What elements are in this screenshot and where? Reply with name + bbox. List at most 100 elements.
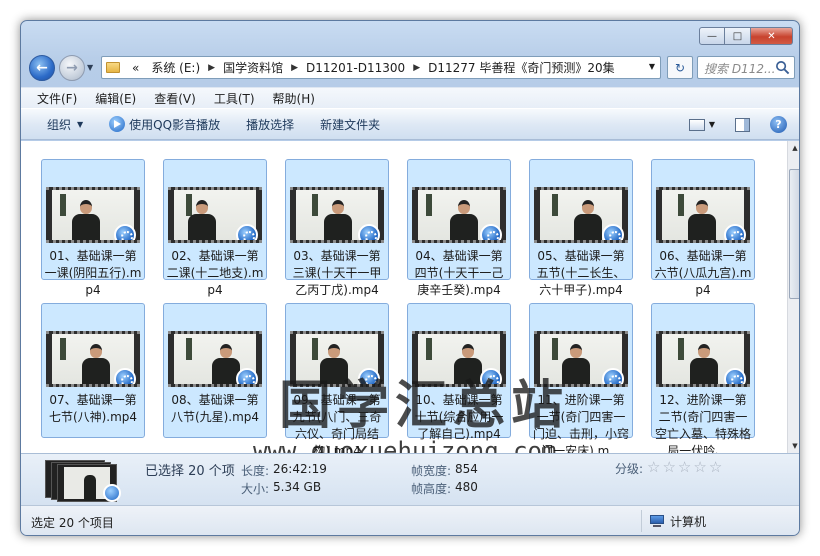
frame-width-value: 854 <box>455 462 478 476</box>
search-icon[interactable] <box>775 60 790 75</box>
play-selection-button[interactable]: 播放选择 <box>246 116 294 133</box>
file-name: 08、基础课一第八节(九星).mp4 <box>170 393 260 424</box>
qq-player-icon <box>103 484 121 502</box>
window-controls: — □ ✕ <box>699 27 793 45</box>
selection-count: 已选择 20 个项 <box>145 464 235 479</box>
change-view-icon[interactable] <box>688 118 705 131</box>
file-tile[interactable]: 06、基础课一第六节(八瓜九宫).mp4 <box>651 159 755 297</box>
navigation-row: ← → ▼ « 系统 (E:) ▶ 国学资料馆 ▶ D11201-D11300 … <box>27 53 795 83</box>
file-tile[interactable]: 08、基础课一第八节(九星).mp4 <box>163 303 267 438</box>
status-location-label: 计算机 <box>670 514 707 529</box>
preview-pane-icon[interactable] <box>735 117 750 132</box>
file-tile[interactable]: 12、进阶课一第二节(奇门四害一空亡入墓、特殊格局一伏吟、... <box>651 303 755 453</box>
scroll-up-icon[interactable]: ▲ <box>788 141 799 155</box>
menu-view[interactable]: 查看(V) <box>154 90 196 107</box>
qq-player-icon <box>236 224 258 240</box>
qq-player-icon <box>724 368 746 384</box>
refresh-button[interactable]: ↻ <box>667 56 693 79</box>
new-folder-button[interactable]: 新建文件夹 <box>320 116 380 133</box>
address-dropdown-icon[interactable]: ▼ <box>649 62 655 71</box>
qq-player-icon <box>114 368 136 384</box>
star-icon[interactable]: ☆ <box>693 459 706 475</box>
menu-file[interactable]: 文件(F) <box>37 90 77 107</box>
breadcrumb-drive[interactable]: 系统 (E:) <box>151 59 200 76</box>
menu-help[interactable]: 帮助(H) <box>273 90 315 107</box>
status-location: 计算机 <box>641 510 706 532</box>
view-options-chevron-icon[interactable]: ▼ <box>709 120 715 129</box>
file-tile[interactable]: 04、基础课一第四节(十天干一己庚辛壬癸).mp4 <box>407 159 511 297</box>
video-thumbnail <box>656 187 750 243</box>
video-thumbnail <box>290 187 384 243</box>
play-selection-label: 播放选择 <box>246 117 295 132</box>
scroll-thumb[interactable] <box>789 169 799 299</box>
help-icon[interactable]: ? <box>770 116 787 133</box>
organize-button[interactable]: 组织 ▼ <box>47 116 83 133</box>
play-with-qq-button[interactable]: 使用QQ影音播放 <box>109 116 220 133</box>
status-bar: 选定 20 个项目 计算机 <box>21 505 799 535</box>
file-tile[interactable]: 07、基础课一第七节(八神).mp4 <box>41 303 145 438</box>
file-name: 07、基础课一第七节(八神).mp4 <box>48 393 138 424</box>
star-icon[interactable]: ☆ <box>709 459 722 475</box>
file-list-pane[interactable]: 01、基础课一第一课(阴阳五行).mp4 02、基础课一第二课(十二地支).mp4… <box>21 141 787 453</box>
watermark-url: www.guoxuehuizong.com <box>253 437 557 453</box>
breadcrumb-overflow[interactable]: « <box>132 61 139 75</box>
file-name: 12、进阶课一第二节(奇门四害一空亡入墓、特殊格局一伏吟、... <box>654 393 751 453</box>
forward-button[interactable]: → <box>59 55 85 81</box>
breadcrumb-separator-icon[interactable]: ▶ <box>208 63 215 73</box>
star-icon[interactable]: ☆ <box>647 459 660 475</box>
search-placeholder: 搜索 D112... <box>704 62 776 76</box>
video-thumbnail <box>412 187 506 243</box>
file-tile[interactable]: 01、基础课一第一课(阴阳五行).mp4 <box>41 159 145 297</box>
breadcrumb-range-folder[interactable]: D11201-D11300 <box>306 61 405 75</box>
search-input[interactable]: 搜索 D112... <box>697 56 795 79</box>
new-folder-label: 新建文件夹 <box>320 117 381 132</box>
qq-player-icon <box>480 224 502 240</box>
chevron-down-icon: ▼ <box>77 119 84 129</box>
title-bar: — □ ✕ <box>21 21 799 51</box>
breadcrumb-library[interactable]: 国学资料馆 <box>223 59 283 76</box>
frame-height-value: 480 <box>455 480 478 494</box>
details-pane: 已选择 20 个项 长度: 26:42:19 大小: 5.34 GB 帧宽度: … <box>21 453 799 505</box>
menu-edit[interactable]: 编辑(E) <box>95 90 136 107</box>
back-button[interactable]: ← <box>29 55 55 81</box>
menu-tools[interactable]: 工具(T) <box>214 90 255 107</box>
scroll-down-icon[interactable]: ▼ <box>788 439 799 453</box>
breadcrumb-separator-icon[interactable]: ▶ <box>413 63 420 73</box>
recent-pages-dropdown-icon[interactable]: ▼ <box>87 63 93 72</box>
organize-label: 组织 <box>47 117 72 132</box>
qq-player-icon <box>236 368 258 384</box>
address-bar[interactable]: « 系统 (E:) ▶ 国学资料馆 ▶ D11201-D11300 ▶ D112… <box>101 56 661 79</box>
folder-icon <box>106 62 120 73</box>
rating-stars[interactable]: ☆ ☆ ☆ ☆ ☆ <box>647 459 724 475</box>
file-tile[interactable]: 03、基础课一第三课(十天干一甲乙丙丁戊).mp4 <box>285 159 389 297</box>
file-tile[interactable]: 02、基础课一第二课(十二地支).mp4 <box>163 159 267 297</box>
video-thumbnail <box>168 187 262 243</box>
length-value: 26:42:19 <box>273 462 327 476</box>
star-icon[interactable]: ☆ <box>678 459 691 475</box>
star-icon[interactable]: ☆ <box>662 459 675 475</box>
close-button[interactable]: ✕ <box>751 27 793 45</box>
breadcrumb-separator-icon[interactable]: ▶ <box>291 63 298 73</box>
breadcrumb-current-folder[interactable]: D11277 毕善程《奇门预测》20集 <box>428 59 615 76</box>
vertical-scrollbar[interactable]: ▲ ▼ <box>787 141 799 453</box>
command-bar: 组织 ▼ 使用QQ影音播放 播放选择 新建文件夹 ▼ ? <box>21 108 799 140</box>
file-name: 03、基础课一第三课(十天干一甲乙丙丁戊).mp4 <box>292 249 382 297</box>
status-selection-text: 选定 20 个项目 <box>31 516 114 530</box>
maximize-button[interactable]: □ <box>725 27 751 45</box>
qq-player-icon <box>602 224 624 240</box>
video-thumbnail <box>46 331 140 387</box>
explorer-window: — □ ✕ ← → ▼ « 系统 (E:) ▶ 国学资料馆 ▶ D11201-D… <box>20 20 800 536</box>
video-thumbnail <box>168 331 262 387</box>
video-thumbnail <box>656 331 750 387</box>
qq-player-icon <box>114 224 136 240</box>
length-label: 长度: <box>241 464 270 478</box>
selection-thumbnail-stack <box>45 458 125 502</box>
file-tile[interactable]: 05、基础课一第五节(十二长生、六十甲子).mp4 <box>529 159 633 297</box>
size-value: 5.34 GB <box>273 480 322 494</box>
video-thumbnail <box>46 187 140 243</box>
toolbar-right-group: ▼ ? <box>688 116 787 133</box>
qq-player-icon <box>602 368 624 384</box>
minimize-button[interactable]: — <box>699 27 725 45</box>
qq-player-icon <box>109 116 126 132</box>
qq-player-icon <box>358 224 380 240</box>
